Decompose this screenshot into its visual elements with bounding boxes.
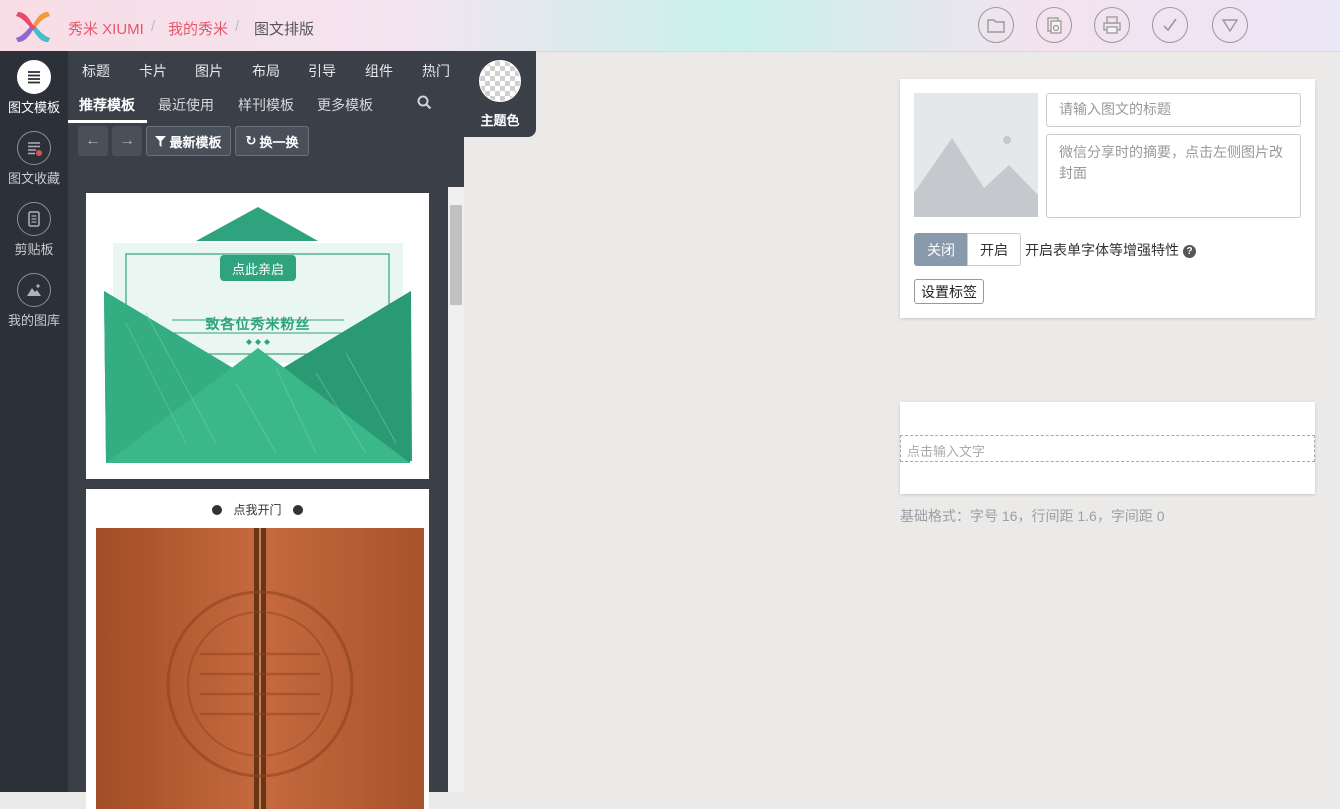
search-icon[interactable] (417, 95, 432, 110)
door-prompt: 点我开门 (86, 501, 429, 518)
category-title[interactable]: 标题 (82, 61, 110, 81)
rail-item-label: 我的图库 (7, 313, 60, 328)
category-component[interactable]: 组件 (365, 61, 393, 81)
filter-icon (155, 135, 167, 147)
envelope-headline: 致各位秀米粉丝 (205, 316, 311, 332)
left-icon-rail: 图文模板 图文收藏 剪贴板 我的图库 (0, 51, 68, 792)
body-text-input[interactable]: 点击输入文字 (900, 435, 1315, 462)
check-icon (1163, 18, 1177, 32)
print-button[interactable] (1094, 7, 1130, 43)
article-meta-card: 请输入图文的标题 微信分享时的摘要，点击左侧图片改封面 关闭 开启 开启表单字体… (900, 79, 1315, 318)
rail-item-label: 图文模板 (7, 100, 60, 115)
rail-item-label: 图文收藏 (7, 171, 60, 186)
breadcrumb-current-page: 图文排版 (254, 21, 315, 38)
xiumi-logo[interactable] (12, 8, 54, 46)
question-circle-icon[interactable]: ? (1183, 245, 1196, 258)
breadcrumb-separator: / (235, 18, 240, 35)
tab-recent[interactable]: 最近使用 (158, 95, 214, 115)
breadcrumb-my-xiumi[interactable]: 我的秀米 (168, 18, 228, 39)
category-layout[interactable]: 布局 (252, 61, 280, 81)
filter-latest-button[interactable]: 最新模板 (146, 126, 231, 156)
next-page-button[interactable]: → (112, 126, 142, 156)
scrollbar-thumb[interactable] (450, 205, 462, 305)
template-panel: 标题 卡片 图片 布局 引导 组件 热门 推荐模板 最近使用 样刊模板 更多模板… (68, 51, 464, 809)
template-door-card[interactable]: 点我开门 (86, 489, 429, 809)
enhance-off-toggle[interactable]: 关闭 (914, 233, 968, 266)
tab-more-templates[interactable]: 更多模板 (317, 95, 373, 115)
rail-item-clipboard[interactable]: 剪贴板 (0, 202, 68, 258)
enhance-on-toggle[interactable]: 开启 (967, 233, 1021, 266)
printer-icon (1103, 16, 1121, 34)
circle-arrow-down-icon (212, 505, 223, 515)
enhance-feature-text: 开启表单字体等增强特性 (1025, 242, 1179, 258)
title-input[interactable]: 请输入图文的标题 (1046, 93, 1301, 127)
cover-image-picker[interactable] (914, 93, 1038, 217)
article-body-card: 点击输入文字 (900, 402, 1315, 494)
envelope-open-button-text: 点此亲启 (231, 262, 284, 277)
rail-item-label: 剪贴板 (14, 242, 54, 257)
clipboard-icon (17, 202, 51, 236)
theme-color-picker[interactable]: 主题色 (464, 51, 536, 137)
category-image[interactable]: 图片 (195, 61, 223, 81)
arrow-left-icon: ← (85, 132, 101, 149)
brand-link[interactable]: 秀米 XIUMI (68, 18, 144, 39)
list-lines-icon (17, 60, 51, 94)
rail-item-favorites[interactable]: 图文收藏 (0, 131, 68, 187)
folder-icon (987, 19, 1005, 33)
wooden-door-illustration (96, 528, 424, 809)
prev-page-button[interactable]: ← (78, 126, 108, 156)
shuffle-button[interactable]: ↻ 换一换 (235, 126, 309, 156)
rail-item-article-templates[interactable]: 图文模板 (0, 60, 68, 116)
image-placeholder-icon (914, 136, 1038, 217)
category-card[interactable]: 卡片 (139, 61, 167, 81)
tab-recommended[interactable]: 推荐模板 (79, 95, 135, 115)
category-popular[interactable]: 热门 (422, 61, 450, 81)
summary-input[interactable]: 微信分享时的摘要，点击左侧图片改封面 (1046, 134, 1301, 218)
breadcrumb-separator: / (151, 18, 156, 35)
theme-color-label: 主题色 (480, 113, 520, 128)
image-library-icon (17, 273, 51, 307)
category-guide[interactable]: 引导 (308, 61, 336, 81)
copy-doc-icon (1047, 17, 1062, 34)
transparent-swatch-icon (479, 60, 521, 102)
envelope-illustration (104, 207, 412, 463)
base-format-info: 基础格式：字号 16，行间距 1.6，字间距 0 (900, 508, 1165, 524)
template-envelope-card[interactable]: 点此亲启 致各位秀米粉丝 (86, 193, 429, 479)
set-tags-button[interactable]: 设置标签 (914, 279, 984, 304)
open-folder-button[interactable] (978, 7, 1014, 43)
arrow-right-icon: → (119, 132, 135, 149)
tab-sample-issues[interactable]: 样刊模板 (238, 95, 294, 115)
shuffle-label: 换一换 (259, 134, 299, 150)
enhance-feature-label: 开启表单字体等增强特性? (1025, 240, 1196, 260)
active-tab-indicator (68, 120, 147, 123)
top-bar: 秀米 XIUMI / 我的秀米 / 图文排版 (0, 0, 1340, 52)
more-menu-button[interactable] (1212, 7, 1248, 43)
door-prompt-text: 点我开门 (233, 503, 282, 517)
favorite-list-icon (17, 131, 51, 165)
rail-item-image-library[interactable]: 我的图库 (0, 273, 68, 329)
filter-latest-label: 最新模板 (169, 134, 222, 150)
copy-doc-button[interactable] (1036, 7, 1072, 43)
save-confirm-button[interactable] (1152, 7, 1188, 43)
circle-arrow-down-icon (292, 505, 303, 515)
refresh-icon: ↻ (245, 133, 257, 148)
triangle-down-icon (1221, 19, 1239, 33)
